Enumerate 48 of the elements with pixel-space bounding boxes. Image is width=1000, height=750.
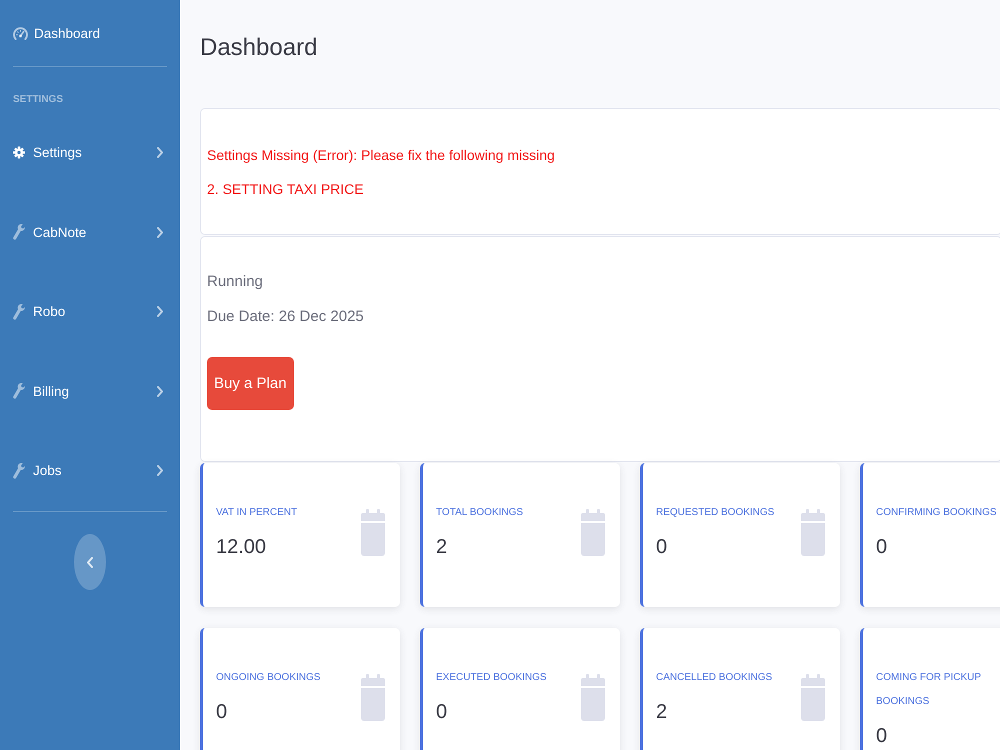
stat-value: 0 <box>436 700 448 725</box>
chevron-right-icon <box>157 386 163 397</box>
status-text: Running <box>207 272 263 292</box>
wrench-icon <box>13 383 25 400</box>
stat-label: REQUESTED BOOKINGS <box>656 506 774 520</box>
due-date-text: Due Date: 26 Dec 2025 <box>207 307 364 327</box>
page-title: Dashboard <box>200 33 318 63</box>
calendar-icon <box>361 674 385 721</box>
stat-label: CONFIRMING BOOKINGS <box>876 506 997 520</box>
wrench-icon <box>13 304 25 320</box>
calendar-icon <box>581 509 605 556</box>
stat-value: 2 <box>436 535 448 560</box>
gauge-icon <box>13 26 28 40</box>
sidebar-item[interactable]: Jobs <box>13 448 167 493</box>
wrench-icon <box>13 462 25 479</box>
collapse-button[interactable] <box>74 534 106 590</box>
chevron-left-icon <box>87 556 93 568</box>
stat-label: CANCELLED BOOKINGS <box>656 671 772 685</box>
sidebar-item[interactable]: Settings <box>13 130 167 175</box>
dashboard-link[interactable]: Dashboard <box>13 11 167 55</box>
calendar-icon <box>581 674 605 721</box>
stat-label: TOTAL BOOKINGS <box>436 506 524 520</box>
stat-value: 0 <box>876 535 888 560</box>
missing-setting: 2. SETTING TAXI PRICE <box>207 180 364 199</box>
stat-value: 12.00 <box>216 535 266 560</box>
calendar-icon <box>801 674 825 721</box>
section-heading: SETTINGS <box>13 93 64 107</box>
chevron-right-icon <box>157 465 163 476</box>
sidebar-item[interactable]: Billing <box>13 369 167 414</box>
stat-label: COMING FOR PICKUP BOOKINGS <box>876 671 982 709</box>
error-message: Settings Missing (Error): Please fix the following missing <box>207 146 555 165</box>
stat-value: 0 <box>876 724 888 749</box>
wrench-icon <box>13 224 25 240</box>
buy-plan-button[interactable]: Buy a Plan <box>207 356 294 410</box>
stat-label: ONGOING BOOKINGS <box>216 671 320 685</box>
stat-value: 2 <box>656 700 668 725</box>
calendar-icon <box>801 509 825 556</box>
stat-label: VAT IN PERCENT <box>216 506 298 520</box>
sidebar-item[interactable]: Robo <box>13 290 167 334</box>
chevron-right-icon <box>157 306 163 318</box>
chevron-right-icon <box>157 226 163 238</box>
stat-label: EXECUTED BOOKINGS <box>436 671 547 685</box>
sidebar-item[interactable]: CabNote <box>13 210 167 254</box>
gear-icon <box>13 146 25 160</box>
stat-value: 0 <box>656 535 668 560</box>
chevron-right-icon <box>157 147 163 158</box>
calendar-icon <box>361 509 385 556</box>
stat-value: 0 <box>216 700 228 725</box>
